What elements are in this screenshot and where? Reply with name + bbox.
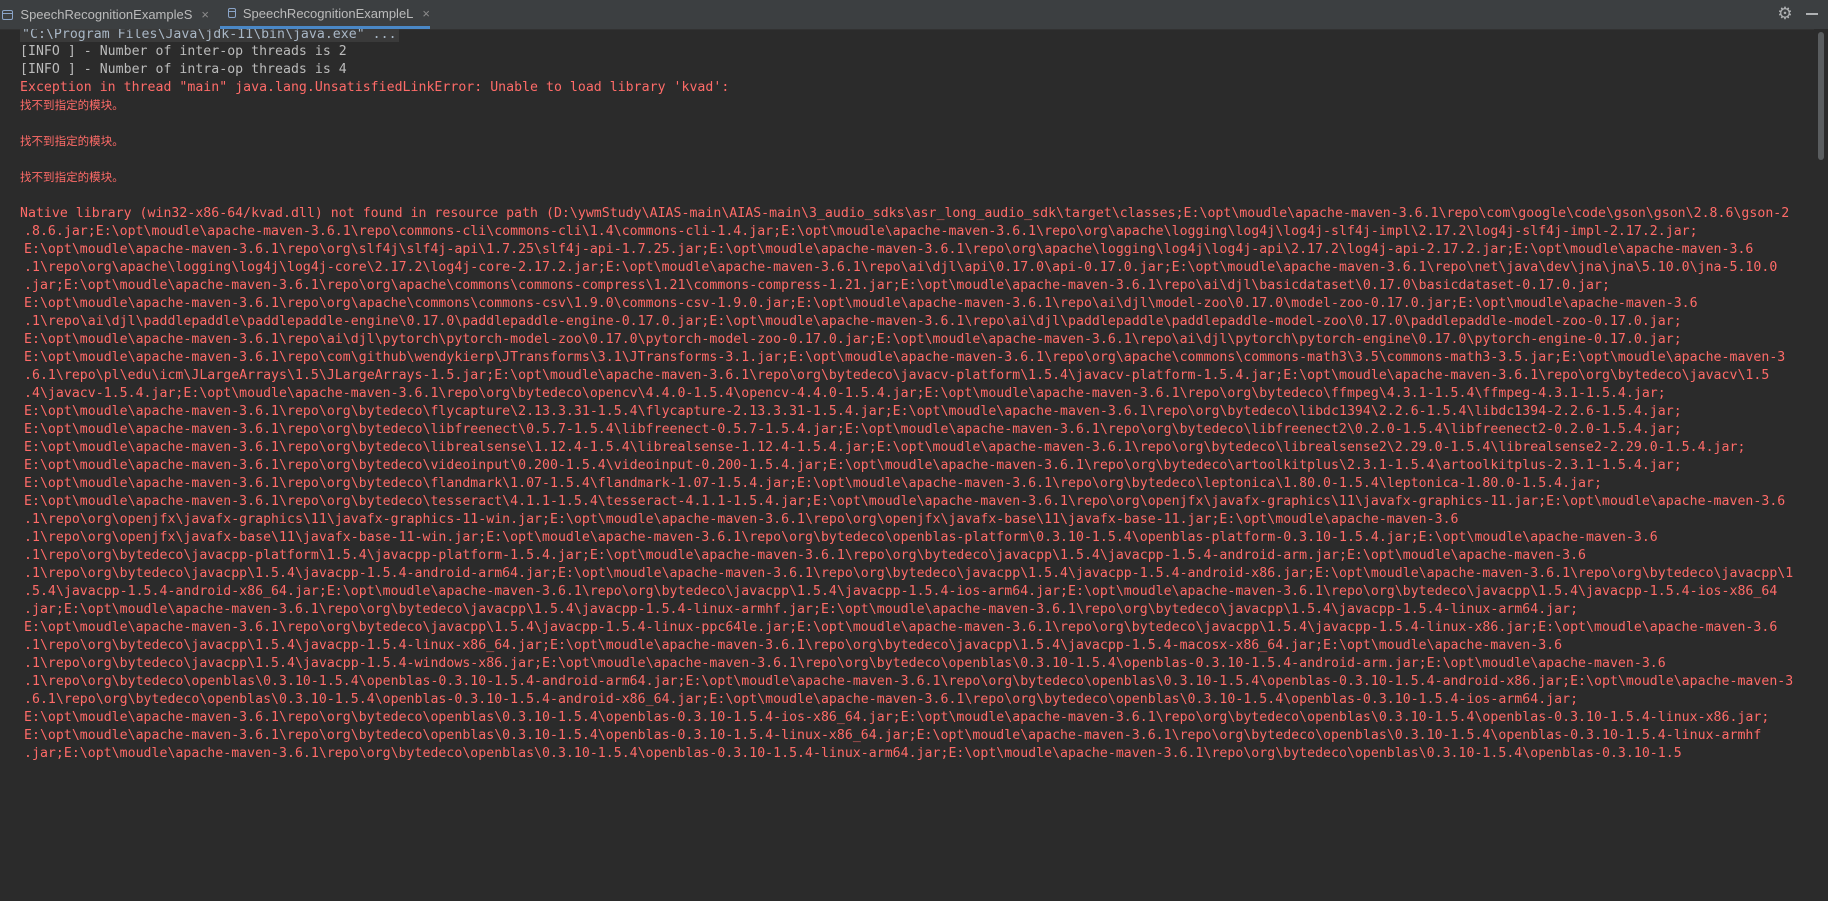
not-found-message: 找不到指定的模块。 (20, 98, 124, 112)
close-icon[interactable]: × (422, 6, 430, 21)
not-found-message: 找不到指定的模块。 (20, 170, 124, 184)
scrollbar-thumb[interactable] (1818, 32, 1824, 160)
tab-speech-recognition-example-l[interactable]: SpeechRecognitionExampleL × (220, 0, 430, 29)
exception-line: Exception in thread "main" java.lang.Uns… (20, 80, 730, 95)
console-icon (228, 8, 236, 18)
native-library-path-line: .jar;E:\opt\moudle\apache-maven-3.6.1\re… (24, 746, 1682, 761)
tab-label: SpeechRecognitionExampleS (20, 7, 193, 22)
not-found-message: 找不到指定的模块。 (20, 134, 124, 148)
editor-tab-bar: SpeechRecognitionExampleS × SpeechRecogn… (0, 0, 1828, 30)
close-icon[interactable]: × (201, 7, 209, 22)
run-console-output: "C:\Program Files\Java\jdk-11\bin\java.e… (0, 29, 1814, 901)
gear-icon[interactable]: ⚙ (1776, 5, 1794, 23)
console-icon (2, 9, 14, 20)
vertical-scrollbar[interactable] (1814, 29, 1828, 901)
minus-icon[interactable] (1806, 13, 1818, 15)
tab-speech-recognition-example-s[interactable]: SpeechRecognitionExampleS × (0, 0, 209, 29)
tab-label: SpeechRecognitionExampleL (242, 5, 414, 21)
